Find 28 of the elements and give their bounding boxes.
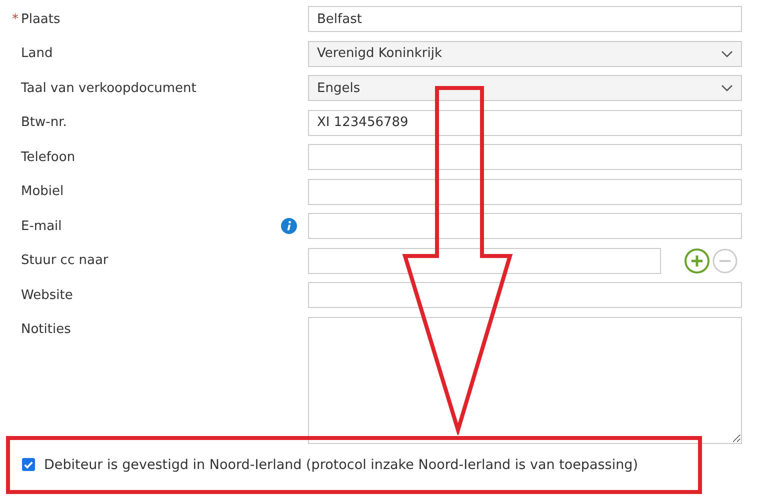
field-label: Website bbox=[21, 288, 74, 302]
add-icon[interactable] bbox=[684, 248, 710, 274]
field-label: Plaats bbox=[21, 12, 62, 26]
dropdown[interactable]: Verenigd Koninkrijk bbox=[308, 40, 742, 66]
field-label: Mobiel bbox=[21, 184, 65, 199]
text-field[interactable] bbox=[308, 213, 742, 239]
remove-icon[interactable] bbox=[712, 248, 738, 274]
field-label: Notities bbox=[21, 322, 72, 337]
notes-field[interactable] bbox=[308, 316, 742, 444]
text-field[interactable] bbox=[308, 178, 742, 204]
text-field[interactable]: Belfast bbox=[308, 6, 742, 32]
field-label: Land bbox=[21, 46, 54, 61]
field-label: E-mail bbox=[21, 218, 63, 234]
text-field[interactable] bbox=[308, 248, 661, 274]
chevron-down-icon bbox=[721, 50, 733, 58]
info-icon[interactable] bbox=[281, 218, 297, 234]
text-field[interactable] bbox=[308, 282, 742, 308]
checkbox-label: Debiteur is gevestigd in Noord-Ierland (protocol inzake Noord-Ierland is van toepassing) bbox=[44, 456, 638, 472]
field-label: Taal van verkoopdocument bbox=[21, 80, 198, 96]
text-field[interactable]: XI 123456789 bbox=[308, 110, 742, 136]
required-mark: * bbox=[12, 12, 18, 26]
dropdown[interactable]: Engels bbox=[308, 75, 742, 101]
text-field[interactable] bbox=[308, 144, 742, 170]
field-label: Btw-nr. bbox=[21, 115, 68, 130]
checkbox[interactable] bbox=[22, 458, 35, 471]
field-label: Stuur cc naar bbox=[21, 253, 110, 268]
field-label: Telefoon bbox=[21, 150, 76, 164]
chevron-down-icon bbox=[721, 84, 733, 92]
